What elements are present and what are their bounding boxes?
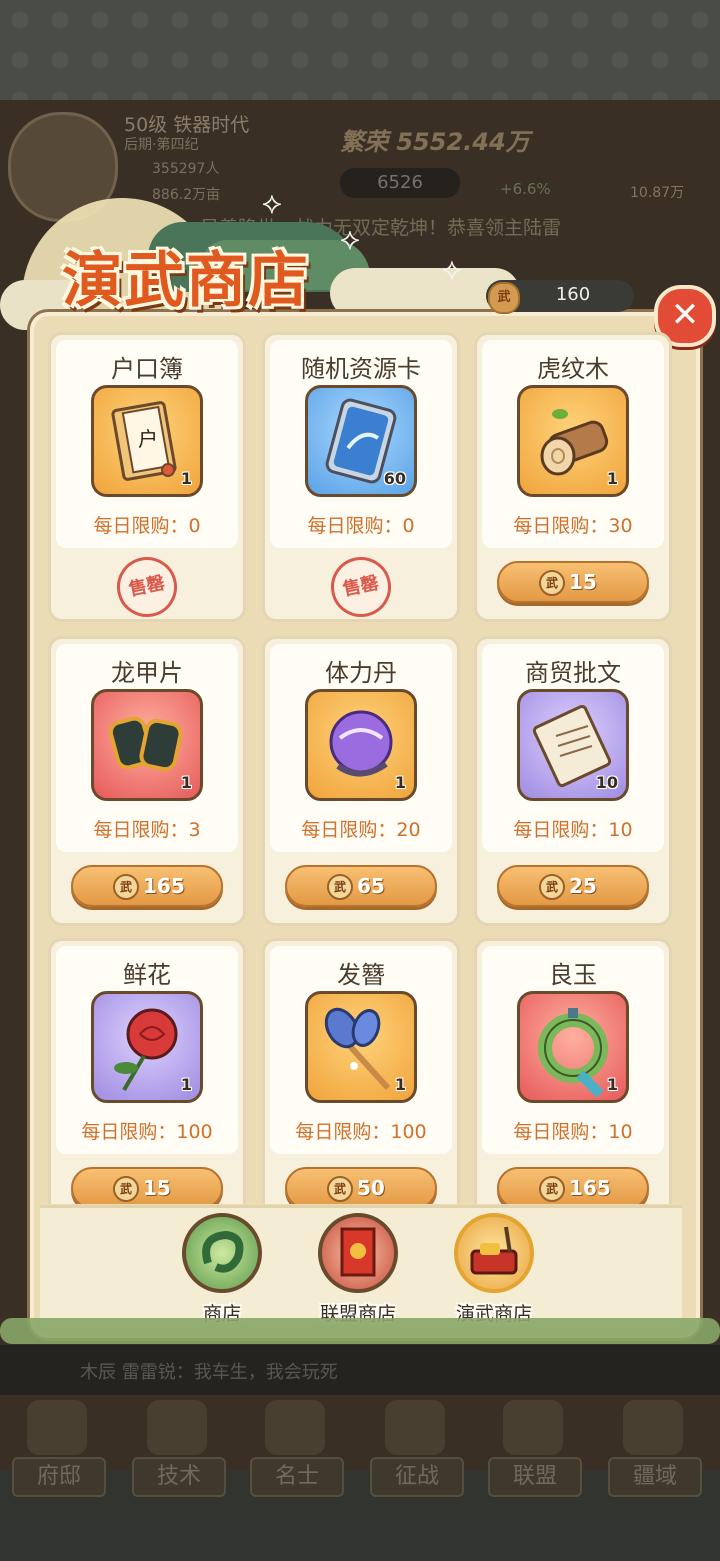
martial-coin-icon: 武 — [488, 282, 520, 314]
daily-limit: 每日限购：10 — [513, 1121, 633, 1143]
martial-coin-icon: 武 — [327, 874, 353, 900]
dragon-armor-icon[interactable]: 1 — [91, 689, 203, 801]
martial-coin-icon: 武 — [113, 874, 139, 900]
item-qty: 1 — [180, 773, 192, 792]
item-name: 体力丹 — [325, 659, 397, 687]
buy-button[interactable]: 武 15 — [497, 561, 649, 603]
jade-dragon-icon — [182, 1213, 262, 1293]
shop-item-card: 户口簿 户 1 每日限购：0 售罄 — [48, 332, 246, 623]
item-name: 鲜花 — [123, 961, 171, 989]
martial-coin-icon: 武 — [539, 874, 565, 900]
buy-button[interactable]: 武 165 — [497, 1167, 649, 1204]
martial-coin-icon: 武 — [113, 1176, 139, 1202]
item-name: 随机资源卡 — [301, 355, 421, 383]
daily-limit: 每日限购：0 — [307, 515, 415, 537]
buy-button[interactable]: 武 65 — [285, 865, 437, 907]
item-grid[interactable]: 户口簿 户 1 每日限购：0 售罄 随机资源卡 60 每日限购：0 售罄 虎纹木… — [40, 324, 682, 1204]
item-name: 户口簿 — [111, 355, 183, 383]
item-name: 虎纹木 — [537, 355, 609, 383]
bird-icon: ⟡ — [340, 222, 360, 257]
item-name: 良玉 — [549, 961, 597, 989]
item-price: 15 — [569, 570, 597, 594]
buy-button[interactable]: 武 165 — [71, 865, 223, 907]
shop-item-card: 发簪 1 每日限购：100 武 50 — [262, 938, 460, 1204]
buy-button[interactable]: 武 25 — [497, 865, 649, 907]
martial-coin-icon: 武 — [539, 1176, 565, 1202]
item-qty: 10 — [595, 773, 618, 792]
jade-icon[interactable]: 1 — [517, 991, 629, 1103]
svg-text:户: 户 — [138, 427, 158, 451]
shop-item-card: 体力丹 1 每日限购：20 武 65 — [262, 636, 460, 926]
shop-item-card: 虎纹木 1 每日限购：30 武 15 — [474, 332, 672, 622]
hairpin-icon[interactable]: 1 — [305, 991, 417, 1103]
bird-icon: ⟡ — [442, 252, 462, 287]
wood-log-icon[interactable]: 1 — [517, 385, 629, 497]
item-qty: 1 — [180, 1075, 192, 1094]
sold-out-stamp: 售罄 — [325, 551, 397, 623]
grass-ground-decoration — [0, 1318, 720, 1344]
martial-coin-icon: 武 — [327, 1176, 353, 1202]
shop-item-card: 良玉 1 每日限购：10 武 165 — [474, 938, 672, 1204]
daily-limit: 每日限购：100 — [81, 1121, 213, 1143]
item-name: 商贸批文 — [525, 659, 621, 687]
resource-card-icon[interactable]: 60 — [305, 385, 417, 497]
register-book-icon[interactable]: 户 1 — [91, 385, 203, 497]
buy-button[interactable]: 武 15 — [71, 1167, 223, 1204]
tab-shop[interactable]: 商店 — [162, 1213, 282, 1325]
item-price: 165 — [569, 1176, 611, 1200]
item-qty: 1 — [394, 773, 406, 792]
daily-limit: 每日限购：10 — [513, 819, 633, 841]
daily-limit: 每日限购：30 — [513, 515, 633, 537]
rose-icon[interactable]: 1 — [91, 991, 203, 1103]
shop-item-card: 鲜花 1 每日限购：100 武 15 — [48, 938, 246, 1204]
item-price: 65 — [357, 874, 385, 898]
alliance-banner-icon — [318, 1213, 398, 1293]
shop-item-card: 随机资源卡 60 每日限购：0 售罄 — [262, 332, 460, 623]
daily-limit: 每日限购：100 — [295, 1121, 427, 1143]
item-qty: 60 — [383, 469, 406, 488]
item-price: 15 — [143, 1176, 171, 1200]
item-price: 50 — [357, 1176, 385, 1200]
item-price: 165 — [143, 874, 185, 898]
item-price: 25 — [569, 874, 597, 898]
shop-item-card: 商贸批文 10 每日限购：10 武 25 — [474, 636, 672, 926]
tab-alliance-shop[interactable]: 联盟商店 — [298, 1213, 418, 1325]
shop-title: 演武商店 — [62, 246, 310, 316]
item-qty: 1 — [394, 1075, 406, 1094]
martial-treasure-icon — [454, 1213, 534, 1293]
sold-out-stamp: 售罄 — [111, 551, 183, 623]
daily-limit: 每日限购：0 — [93, 515, 201, 537]
item-name: 发簪 — [337, 961, 385, 989]
daily-limit: 每日限购：20 — [301, 819, 421, 841]
item-qty: 1 — [606, 1075, 618, 1094]
tab-martial-shop[interactable]: 演武商店 — [434, 1213, 554, 1325]
stamina-pill-icon[interactable]: 1 — [305, 689, 417, 801]
shop-item-card: 龙甲片 1 每日限购：3 武 165 — [48, 636, 246, 926]
buy-button[interactable]: 武 50 — [285, 1167, 437, 1204]
item-qty: 1 — [606, 469, 618, 488]
currency-value: 160 — [555, 284, 591, 305]
scroll-icon[interactable]: 10 — [517, 689, 629, 801]
bird-icon: ⟡ — [262, 186, 282, 221]
item-qty: 1 — [180, 469, 192, 488]
item-name: 龙甲片 — [111, 659, 183, 687]
martial-coin-icon: 武 — [539, 570, 565, 596]
daily-limit: 每日限购：3 — [93, 819, 201, 841]
